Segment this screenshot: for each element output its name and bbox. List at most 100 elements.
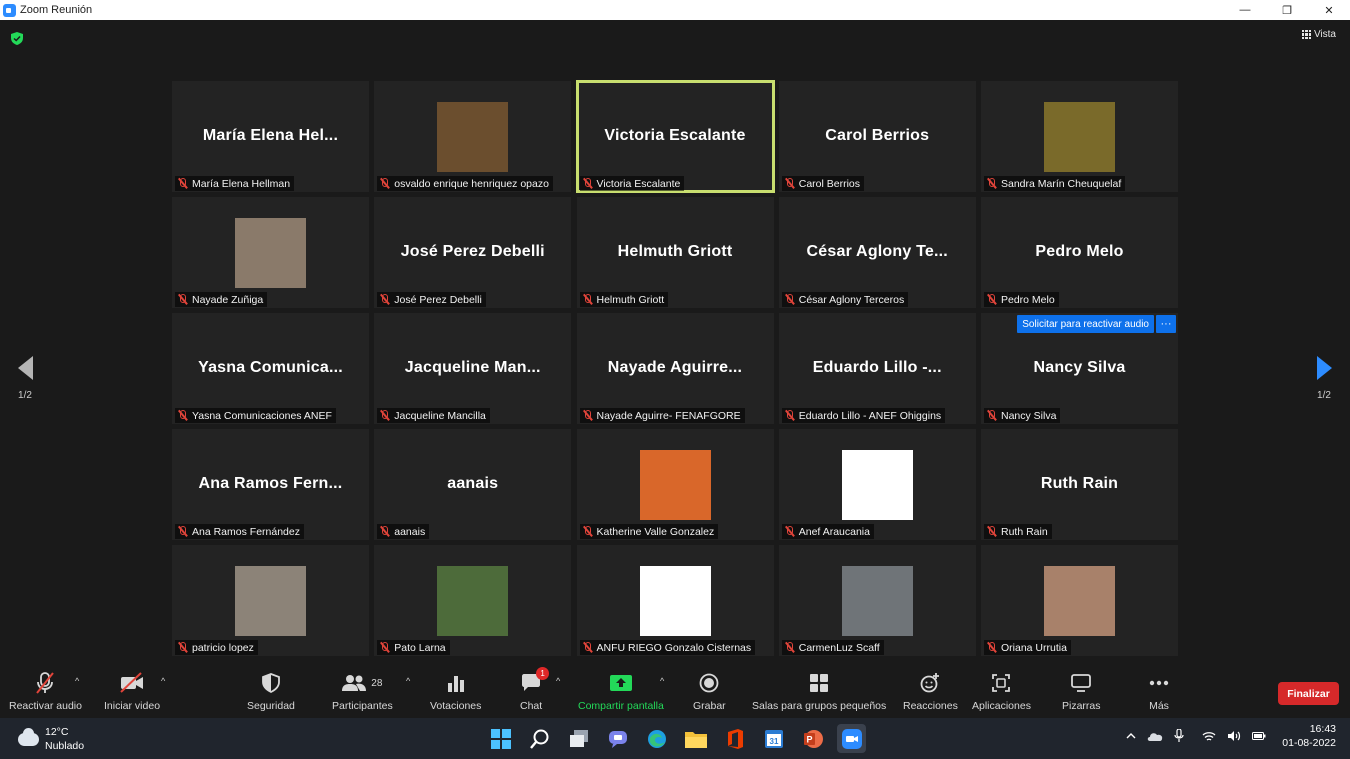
restore-button[interactable]: ❐ — [1266, 0, 1308, 20]
share-screen-icon — [609, 670, 632, 696]
mic-muted-icon — [177, 178, 188, 189]
encryption-shield-icon[interactable] — [11, 32, 23, 45]
participant-name: César Aglony Terceros — [798, 293, 905, 306]
participant-tile[interactable]: Katherine Valle Gonzalez — [576, 429, 774, 540]
minimize-button[interactable]: — — [1224, 0, 1266, 20]
participant-avatar — [437, 566, 509, 636]
arrow-left-icon — [17, 356, 33, 380]
task-view-icon[interactable] — [564, 724, 593, 753]
ask-to-unmute-button[interactable]: Solicitar para reactivar audio — [1017, 315, 1154, 333]
participant-name-label: Victoria Escalante — [579, 176, 685, 191]
participant-tile[interactable]: María Elena Hel... María Elena Hellman — [172, 81, 369, 192]
taskbar-apps: 31 P — [486, 724, 866, 753]
participant-tile[interactable]: Carol Berrios Carol Berrios — [778, 81, 976, 192]
battery-icon[interactable] — [1252, 731, 1266, 741]
participant-tile[interactable]: ANFU RIEGO Gonzalo Cisternas — [576, 545, 774, 656]
participant-tile[interactable]: patricio lopez — [172, 545, 369, 656]
teams-chat-icon[interactable] — [603, 724, 632, 753]
participant-tile[interactable]: Eduardo Lillo -... Eduardo Lillo - ANEF O… — [778, 313, 976, 424]
share-screen-button[interactable]: Compartir pantalla — [578, 670, 664, 712]
participant-tile[interactable]: Nancy Silva Solicitar para reactivar audi… — [981, 313, 1178, 424]
participant-tile[interactable]: aanais aanais — [374, 429, 572, 540]
windows-start-icon[interactable] — [486, 724, 515, 753]
volume-icon[interactable] — [1227, 730, 1241, 742]
system-tray: 16:43 01-08-2022 — [1115, 722, 1336, 750]
chat-button[interactable]: 1 Chat — [520, 667, 550, 712]
record-button[interactable]: Grabar — [693, 670, 726, 712]
end-meeting-button[interactable]: Finalizar — [1278, 682, 1339, 705]
previous-page-button[interactable]: 1/2 — [15, 356, 35, 401]
zoom-taskbar-icon[interactable] — [837, 724, 866, 753]
mic-muted-icon — [582, 642, 593, 653]
powerpoint-icon[interactable]: P — [798, 724, 827, 753]
wifi-icon[interactable] — [1202, 731, 1216, 742]
weather-widget[interactable]: 12°C Nublado — [18, 725, 84, 753]
search-icon[interactable] — [525, 724, 554, 753]
edge-browser-icon[interactable] — [642, 724, 671, 753]
participants-options-caret[interactable]: ^ — [406, 676, 414, 686]
reactions-button[interactable]: Reacciones — [903, 670, 958, 712]
participant-tile[interactable]: Victoria Escalante Victoria Escalante — [575, 80, 775, 193]
audio-options-caret[interactable]: ^ — [75, 676, 83, 686]
participant-tile[interactable]: Anef Araucania — [778, 429, 976, 540]
tile-more-options-button[interactable]: ··· — [1156, 315, 1176, 333]
unmute-button[interactable]: Reactivar audio — [9, 670, 82, 712]
share-options-caret[interactable]: ^ — [660, 676, 668, 686]
onedrive-cloud-icon[interactable] — [1147, 731, 1163, 741]
more-ellipsis-icon — [1149, 670, 1169, 696]
participant-name: Nayade Zuñiga — [192, 293, 264, 306]
tray-overflow-chevron-icon[interactable] — [1126, 733, 1136, 739]
cloud-icon — [18, 727, 39, 746]
participants-button[interactable]: 28 Participantes — [332, 670, 393, 712]
weather-temperature: 12°C — [45, 726, 69, 738]
apps-icon — [992, 670, 1011, 696]
participant-tile[interactable]: Oriana Urrutia — [981, 545, 1178, 656]
participant-tile[interactable]: Nayade Zuñiga — [172, 197, 369, 308]
start-video-button[interactable]: Iniciar video — [104, 670, 160, 712]
breakout-rooms-button[interactable]: Salas para grupos pequeños — [752, 670, 886, 712]
security-button[interactable]: Seguridad — [247, 670, 295, 712]
participant-tile[interactable]: CarmenLuz Scaff — [778, 545, 976, 656]
system-clock[interactable]: 16:43 01-08-2022 — [1282, 722, 1336, 750]
more-button[interactable]: Más — [1149, 670, 1169, 712]
participant-tile[interactable]: José Perez Debelli José Perez Debelli — [374, 197, 572, 308]
polls-button[interactable]: Votaciones — [430, 670, 481, 712]
whiteboards-button[interactable]: Pizarras — [1062, 670, 1101, 712]
arrow-right-icon — [1316, 356, 1332, 380]
participant-tile[interactable]: Sandra Marín Cheuquelaf — [981, 81, 1178, 192]
participant-display-name: José Perez Debelli — [400, 243, 545, 260]
chat-options-caret[interactable]: ^ — [556, 676, 564, 686]
participant-display-name: aanais — [447, 475, 499, 492]
view-button[interactable]: Vista — [1301, 29, 1336, 40]
participant-tile[interactable]: Pato Larna — [374, 545, 572, 656]
file-explorer-icon[interactable] — [681, 724, 710, 753]
participant-tile[interactable]: Yasna Comunica... Yasna Comunicaciones AN… — [172, 313, 369, 424]
participant-name-label: Eduardo Lillo - ANEF Ohiggins — [781, 408, 946, 423]
office-icon[interactable] — [720, 724, 749, 753]
participant-tile[interactable]: Ana Ramos Fern... Ana Ramos Fernández — [172, 429, 369, 540]
participant-name: Pato Larna — [394, 641, 446, 654]
participant-name-label: Nayade Zuñiga — [175, 292, 268, 307]
calendar-app-icon[interactable]: 31 — [759, 724, 788, 753]
microphone-tray-icon[interactable] — [1174, 729, 1184, 743]
participant-tile[interactable]: Nayade Aguirre... Nayade Aguirre- FENAFGO… — [576, 313, 774, 424]
participant-tile[interactable]: osvaldo enrique henriquez opazo — [374, 81, 572, 192]
next-page-button[interactable]: 1/2 — [1314, 356, 1334, 401]
participant-tile[interactable]: César Aglony Te... César Aglony Terceros — [778, 197, 976, 308]
participant-name-label: Sandra Marín Cheuquelaf — [984, 176, 1126, 191]
video-options-caret[interactable]: ^ — [161, 676, 169, 686]
mic-muted-icon — [582, 526, 593, 537]
title-bar: Zoom Reunión — ❐ ✕ — [0, 0, 1350, 20]
breakout-rooms-icon — [810, 670, 829, 696]
svg-text:P: P — [806, 734, 812, 744]
close-button[interactable]: ✕ — [1308, 0, 1350, 20]
participant-tile[interactable]: Helmuth Griott Helmuth Griott — [576, 197, 774, 308]
participant-tile[interactable]: Ruth Rain Ruth Rain — [981, 429, 1178, 540]
participant-tile[interactable]: Pedro Melo Pedro Melo — [981, 197, 1178, 308]
chat-unread-badge: 1 — [536, 667, 550, 680]
apps-button[interactable]: Aplicaciones — [972, 670, 1031, 712]
participant-display-name: César Aglony Te... — [806, 243, 948, 260]
mic-muted-icon — [582, 178, 593, 189]
participant-tile[interactable]: Jacqueline Man... Jacqueline Mancilla — [374, 313, 572, 424]
mic-muted-icon — [784, 526, 795, 537]
